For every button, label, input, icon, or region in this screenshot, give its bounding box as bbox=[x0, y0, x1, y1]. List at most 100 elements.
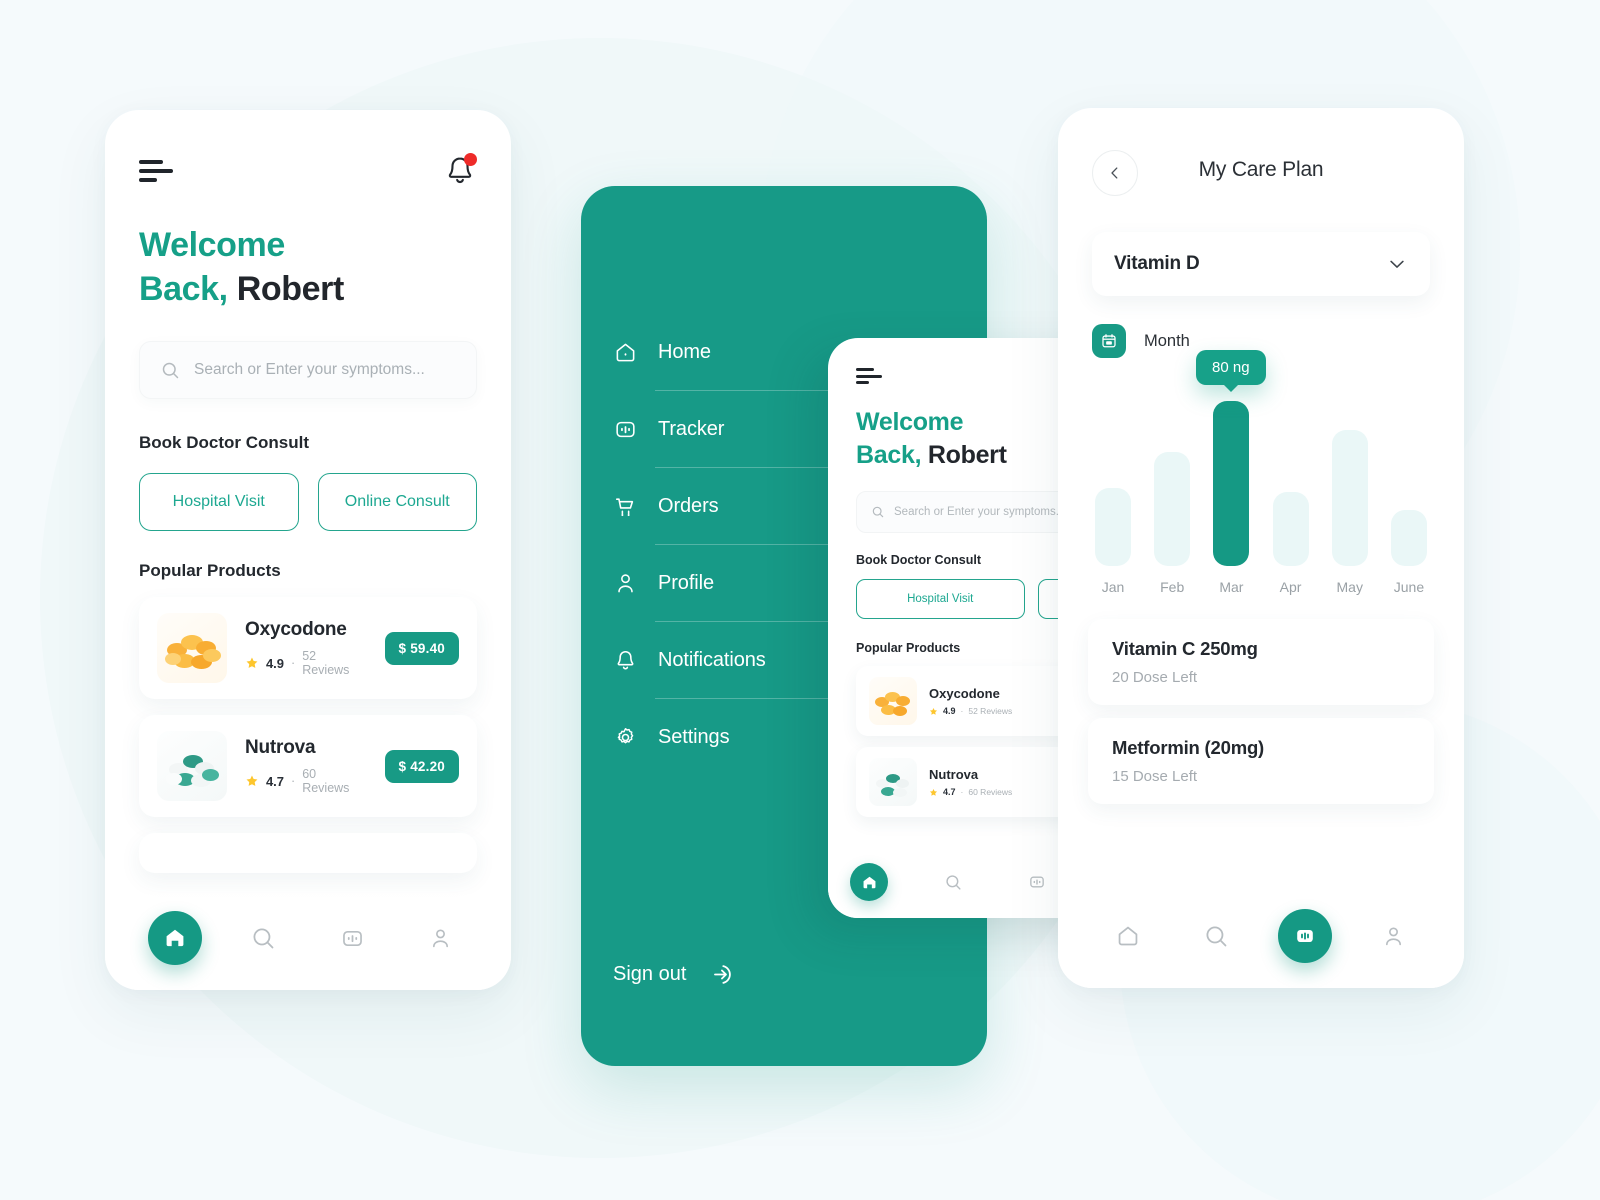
menu-item-home[interactable]: Home bbox=[613, 328, 835, 376]
welcome-user-name: Robert bbox=[236, 269, 345, 308]
welcome-line-2-prefix: Back, bbox=[139, 269, 228, 308]
tab-search[interactable] bbox=[934, 863, 972, 901]
product-thumbnail-oxycodone bbox=[869, 677, 917, 725]
product-name: Oxycodone bbox=[929, 686, 1000, 701]
menu-divider bbox=[655, 621, 835, 622]
popular-products-title: Popular Products bbox=[139, 561, 281, 581]
product-name: Nutrova bbox=[929, 767, 979, 782]
menu-item-orders[interactable]: Orders bbox=[613, 482, 835, 530]
menu-item-notifications[interactable]: Notifications bbox=[613, 636, 835, 684]
tab-tracker[interactable] bbox=[1018, 863, 1056, 901]
medication-card-metformin[interactable]: Metformin (20mg) 15 Dose Left bbox=[1088, 718, 1434, 804]
home-icon bbox=[166, 929, 184, 947]
calendar-chip bbox=[1092, 324, 1126, 358]
calendar-icon bbox=[1102, 334, 1116, 348]
tab-profile[interactable] bbox=[1367, 909, 1421, 963]
tab-tracker[interactable] bbox=[325, 911, 379, 965]
home-header bbox=[105, 110, 511, 188]
hospital-visit-button[interactable]: Hospital Visit bbox=[139, 473, 299, 532]
search-icon bbox=[162, 362, 179, 378]
bar-column-apr[interactable] bbox=[1272, 376, 1310, 566]
profile-icon bbox=[1386, 926, 1402, 945]
period-label: Month bbox=[1144, 331, 1190, 350]
notification-badge-dot bbox=[464, 153, 477, 166]
welcome-line-1: Welcome bbox=[139, 226, 285, 264]
bell-icon bbox=[617, 650, 634, 670]
tab-search[interactable] bbox=[1190, 909, 1244, 963]
product-review-count: 60 Reviews bbox=[302, 767, 350, 796]
star-icon bbox=[246, 775, 258, 786]
x-label-may: May bbox=[1336, 579, 1363, 595]
notification-bell-button[interactable] bbox=[443, 153, 477, 188]
mini-hospital-visit-button[interactable]: Hospital Visit bbox=[856, 579, 1025, 619]
product-rating-row: 4.9 · 52 Reviews bbox=[929, 706, 1012, 716]
medication-dose-left: 15 Dose Left bbox=[1112, 768, 1198, 785]
rating-separator: · bbox=[291, 656, 296, 671]
online-consult-button[interactable]: Online Consult bbox=[317, 473, 477, 532]
menu-item-profile[interactable]: Profile bbox=[613, 559, 835, 607]
home-bottom-tabbar bbox=[105, 894, 511, 990]
product-rating-row: 4.9 · 52 Reviews bbox=[245, 649, 367, 677]
medication-name: Vitamin C 250mg bbox=[1112, 638, 1258, 659]
bar-jan bbox=[1095, 488, 1131, 566]
tab-home[interactable] bbox=[148, 911, 203, 965]
bar-column-may[interactable] bbox=[1331, 376, 1369, 566]
cart-icon bbox=[615, 497, 634, 516]
tab-home[interactable] bbox=[1101, 909, 1155, 963]
bar-column-june[interactable] bbox=[1390, 376, 1428, 566]
menu-item-label: Notifications bbox=[658, 648, 766, 671]
mini-product-info: Nutrova 4.7 · 60 Reviews bbox=[929, 767, 1012, 797]
product-price-badge[interactable]: $ 59.40 bbox=[384, 631, 459, 665]
product-card-partial[interactable] bbox=[139, 833, 477, 874]
sign-out-button[interactable]: Sign out bbox=[613, 961, 735, 988]
tab-search[interactable] bbox=[237, 911, 291, 965]
star-icon bbox=[246, 657, 258, 668]
menu-divider bbox=[655, 544, 835, 545]
chart-x-axis-labels: Jan Feb Mar Apr May June bbox=[1088, 566, 1434, 595]
bar-column-jan[interactable] bbox=[1094, 376, 1132, 566]
mini-product-info: Oxycodone 4.9 · 52 Reviews bbox=[929, 686, 1012, 716]
x-label-feb: Feb bbox=[1160, 579, 1185, 595]
supplement-select[interactable]: Vitamin D bbox=[1092, 232, 1430, 296]
product-rating-row: 4.7 · 60 Reviews bbox=[245, 767, 367, 795]
menu-item-settings[interactable]: Settings bbox=[613, 713, 835, 761]
menu-item-label: Orders bbox=[658, 494, 719, 517]
menu-divider bbox=[655, 467, 835, 468]
hamburger-line bbox=[139, 178, 157, 182]
product-review-count: 52 Reviews bbox=[302, 649, 350, 678]
hamburger-icon[interactable] bbox=[856, 368, 882, 384]
product-price-badge[interactable]: $ 42.20 bbox=[384, 749, 459, 783]
search-icon bbox=[872, 506, 884, 518]
menu-item-label: Profile bbox=[658, 571, 714, 594]
product-card-oxycodone[interactable]: Oxycodone 4.9 · 52 Reviews $ 59.40 bbox=[139, 597, 477, 700]
hamburger-line bbox=[856, 381, 869, 384]
menu-item-tracker[interactable]: Tracker bbox=[613, 405, 835, 453]
product-rating-row: 4.7 · 60 Reviews bbox=[929, 787, 1012, 797]
search-icon bbox=[253, 927, 274, 948]
tab-home[interactable] bbox=[850, 863, 888, 901]
mini-search-placeholder: Search or Enter your symptoms... bbox=[894, 506, 1066, 518]
chevron-down-icon bbox=[1390, 260, 1404, 268]
tab-profile[interactable] bbox=[414, 911, 468, 965]
hamburger-icon[interactable] bbox=[139, 160, 173, 182]
product-card-nutrova[interactable]: Nutrova 4.7 · 60 Reviews $ 42.20 bbox=[139, 715, 477, 818]
home-icon bbox=[616, 343, 635, 361]
bar-feb bbox=[1154, 452, 1191, 566]
bar-apr bbox=[1272, 492, 1309, 566]
product-thumbnail-oxycodone bbox=[157, 613, 227, 684]
chart-bars bbox=[1088, 376, 1434, 566]
book-doctor-consult-title: Book Doctor Consult bbox=[139, 433, 309, 453]
bar-mar bbox=[1213, 401, 1250, 566]
care-plan-header: My Care Plan bbox=[1058, 108, 1464, 196]
medication-card-vitamin-c[interactable]: Vitamin C 250mg 20 Dose Left bbox=[1088, 619, 1434, 705]
chart-tooltip: 80 ng bbox=[1196, 350, 1266, 385]
bar-column-feb[interactable] bbox=[1153, 376, 1191, 566]
product-name: Oxycodone bbox=[245, 619, 347, 641]
menu-item-label: Settings bbox=[658, 725, 730, 748]
search-input[interactable]: Search or Enter your symptoms... bbox=[139, 341, 477, 400]
tracker-icon bbox=[1030, 876, 1044, 888]
rating-separator: · bbox=[291, 774, 296, 789]
tab-tracker[interactable] bbox=[1278, 909, 1333, 963]
arrow-right-circle-icon bbox=[714, 965, 732, 984]
bar-column-mar[interactable] bbox=[1212, 376, 1250, 566]
